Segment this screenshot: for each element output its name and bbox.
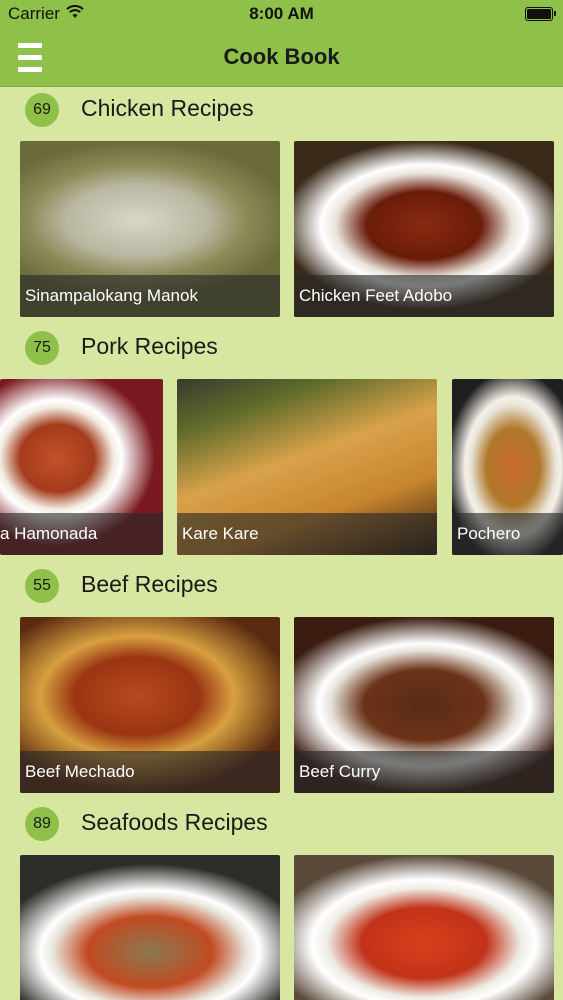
recipe-name: a Hamonada	[0, 524, 98, 543]
status-time: 8:00 AM	[249, 4, 314, 23]
recipe-name: Sinampalokang Manok	[25, 286, 198, 305]
recipe-count-badge: 69	[25, 93, 59, 127]
recipe-card[interactable]: Beef Curry	[294, 617, 554, 793]
recipe-card[interactable]: a Hamonada	[0, 379, 163, 555]
recipe-card[interactable]: Chicken Feet Adobo	[294, 141, 554, 317]
recipe-card[interactable]	[294, 855, 554, 1000]
recipe-card[interactable]	[20, 855, 280, 1000]
section-title: Seafoods Recipes	[81, 809, 268, 835]
recipe-name: Pochero	[457, 524, 521, 543]
recipe-name: Beef Mechado	[25, 762, 135, 781]
recipe-card[interactable]: Beef Mechado	[20, 617, 280, 793]
recipe-name: Beef Curry	[299, 762, 381, 781]
recipe-card[interactable]: Sinampalokang Manok	[20, 141, 280, 317]
navigation-bar: Cook Book	[0, 28, 563, 87]
recipe-name: Chicken Feet Adobo	[299, 286, 453, 305]
recipe-name: Kare Kare	[182, 524, 259, 543]
recipe-card[interactable]: Pochero	[452, 379, 563, 555]
recipe-category-list[interactable]: 69 Chicken Recipes Sinampalokang Manok C…	[0, 87, 563, 1000]
food-photo	[20, 855, 280, 1000]
food-photo	[294, 855, 554, 1000]
section-title: Chicken Recipes	[81, 95, 254, 121]
section-title: Beef Recipes	[81, 571, 218, 597]
recipe-card[interactable]: Kare Kare	[177, 379, 437, 555]
battery-icon	[525, 7, 556, 21]
recipe-count-badge: 55	[25, 569, 59, 603]
status-bar: Carrier 8:00 AM	[0, 0, 563, 28]
recipe-count-badge: 89	[25, 807, 59, 841]
recipe-count-badge: 75	[25, 331, 59, 365]
app-title: Cook Book	[223, 44, 340, 69]
section-title: Pork Recipes	[81, 333, 218, 359]
